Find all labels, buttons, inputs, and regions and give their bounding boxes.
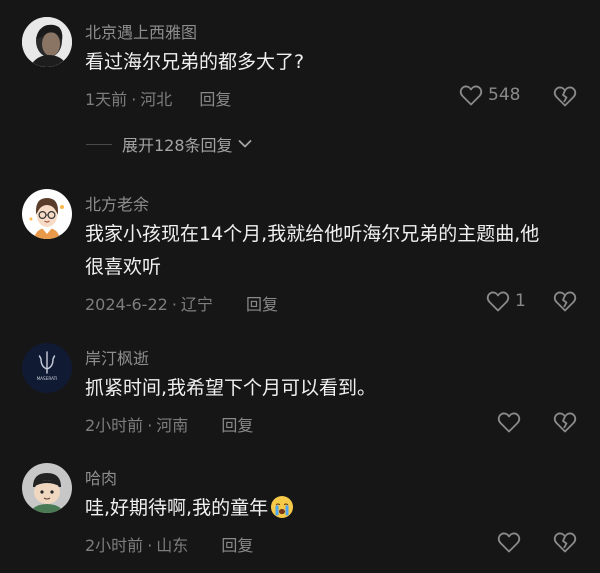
broken-heart-icon bbox=[553, 532, 577, 553]
meta-separator: · bbox=[147, 416, 153, 435]
heart-outline-icon bbox=[497, 532, 521, 553]
like-count: 548 bbox=[488, 85, 521, 105]
reply-button[interactable]: 回复 bbox=[246, 295, 278, 314]
expand-replies-label: 展开128条回复 bbox=[122, 136, 233, 155]
comment-text: 我家小孩现在14个月,我就给他听海尔兄弟的主题曲,他很喜欢听 bbox=[85, 223, 540, 278]
heart-outline-icon bbox=[486, 291, 510, 312]
dislike-button[interactable] bbox=[553, 531, 577, 553]
crying-face-emoji bbox=[271, 496, 294, 518]
comment-time: 2小时前 bbox=[85, 416, 144, 435]
avatar[interactable] bbox=[22, 463, 72, 513]
like-button[interactable]: 548 bbox=[459, 84, 520, 106]
comment-text: 看过海尔兄弟的都多大了? bbox=[85, 51, 305, 73]
dislike-button[interactable] bbox=[553, 290, 577, 312]
comment-location: 山东 bbox=[156, 536, 189, 555]
like-button[interactable]: 1 bbox=[486, 290, 526, 312]
like-count: 1 bbox=[515, 291, 526, 311]
avatar[interactable] bbox=[22, 189, 72, 239]
username[interactable]: 岸汀枫逝 bbox=[85, 345, 149, 369]
dislike-button[interactable] bbox=[553, 411, 577, 433]
username[interactable]: 北方老余 bbox=[85, 191, 149, 215]
broken-heart-icon bbox=[553, 412, 577, 433]
divider bbox=[86, 143, 112, 145]
expand-replies-button[interactable]: 展开128条回复 bbox=[86, 132, 252, 156]
avatar[interactable]: MASERATI bbox=[22, 343, 72, 393]
reply-button[interactable]: 回复 bbox=[221, 536, 253, 555]
chevron-down-icon bbox=[238, 140, 251, 148]
comment-meta: 2小时前 · 河南 回复 bbox=[85, 412, 253, 436]
avatar[interactable] bbox=[22, 17, 72, 67]
reply-button[interactable]: 回复 bbox=[221, 416, 253, 435]
like-button[interactable] bbox=[497, 411, 521, 433]
comment-meta: 1天前 · 河北 回复 bbox=[85, 86, 231, 110]
broken-heart-icon bbox=[553, 86, 577, 107]
comment-time: 1天前 bbox=[85, 90, 128, 109]
comment-location: 辽宁 bbox=[180, 295, 213, 314]
comment-meta: 2小时前 · 山东 回复 bbox=[85, 532, 253, 556]
comment-text: 哇,好期待啊,我的童年 bbox=[85, 492, 565, 525]
comment-time: 2小时前 bbox=[85, 536, 144, 555]
heart-outline-icon bbox=[497, 412, 521, 433]
like-button[interactable] bbox=[497, 531, 521, 553]
heart-outline-icon bbox=[459, 85, 483, 106]
meta-separator: · bbox=[147, 536, 153, 555]
username[interactable]: 哈肉 bbox=[85, 465, 117, 489]
meta-separator: · bbox=[171, 295, 177, 314]
comment-meta: 2024-6-22 · 辽宁 回复 bbox=[85, 291, 278, 315]
brand-logo-text: MASERATI bbox=[37, 376, 58, 381]
meta-separator: · bbox=[131, 90, 137, 109]
reply-button[interactable]: 回复 bbox=[199, 90, 231, 109]
username[interactable]: 北京遇上西雅图 bbox=[85, 19, 197, 43]
comment-location: 河北 bbox=[140, 90, 173, 109]
comment-location: 河南 bbox=[156, 416, 189, 435]
comment-text: 抓紧时间,我希望下个月可以看到。 bbox=[85, 377, 377, 399]
dislike-button[interactable] bbox=[553, 85, 577, 107]
broken-heart-icon bbox=[553, 291, 577, 312]
comment-text-body: 哇,好期待啊,我的童年 bbox=[85, 497, 269, 519]
comment-time: 2024-6-22 bbox=[85, 295, 168, 314]
